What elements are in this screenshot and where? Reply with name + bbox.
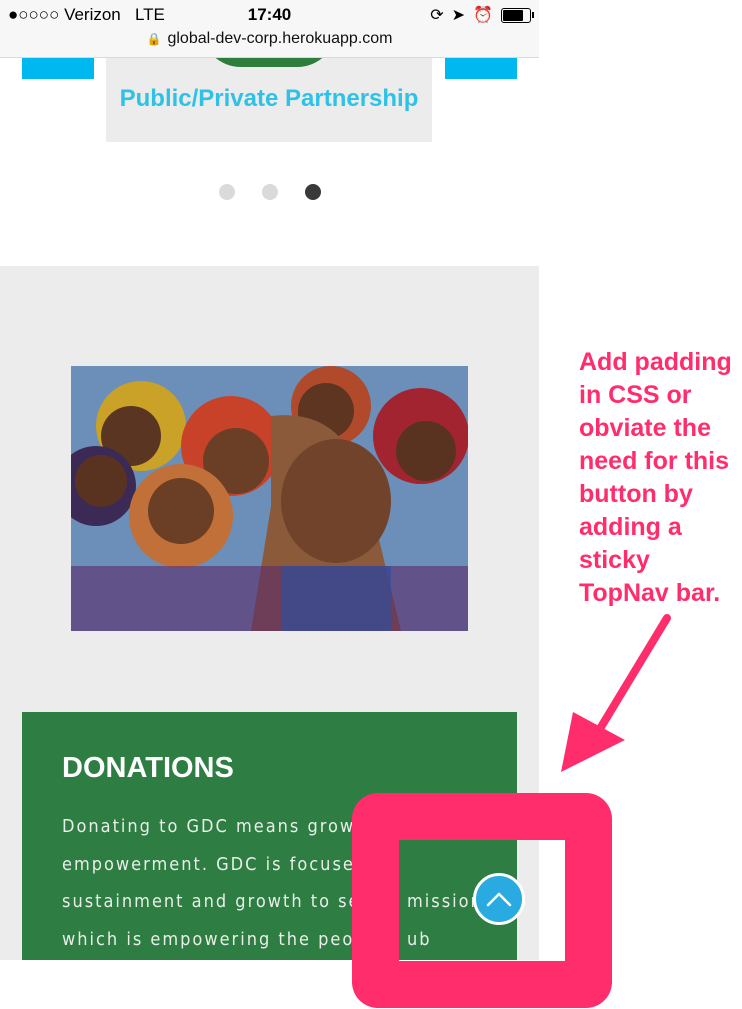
carousel-dot-1[interactable] bbox=[218, 184, 235, 200]
rotation-lock-icon: ⟳ bbox=[430, 7, 444, 24]
carousel-dot-3[interactable] bbox=[304, 184, 321, 200]
status-icons: ⟳ ➤ ⏰ bbox=[430, 5, 534, 25]
carousel-next-edge[interactable] bbox=[445, 57, 517, 79]
status-bar: ●○○○○ Verizon LTE 17:40 ⟳ ➤ ⏰ 🔒 global-de… bbox=[0, 0, 539, 58]
donations-heading: DONATIONS bbox=[62, 752, 234, 784]
alarm-icon: ⏰ bbox=[473, 7, 493, 24]
lock-icon: 🔒 bbox=[146, 32, 162, 46]
annotation-note: Add padding in CSS or obviate the need f… bbox=[579, 348, 732, 607]
battery-icon bbox=[501, 7, 534, 23]
carousel-prev-edge[interactable] bbox=[22, 57, 94, 79]
annotation-arrow-icon bbox=[561, 614, 671, 772]
address-bar[interactable]: 🔒 global-dev-corp.herokuapp.com bbox=[0, 30, 539, 48]
carousel-dots bbox=[0, 184, 539, 200]
carousel-card[interactable]: Public/Private Partnership bbox=[106, 27, 432, 142]
chevron-up-icon bbox=[486, 892, 512, 907]
location-icon: ➤ bbox=[451, 7, 466, 24]
scroll-to-top-button[interactable] bbox=[473, 873, 525, 925]
carousel-dot-2[interactable] bbox=[261, 184, 278, 200]
card-title: Public/Private Partnership bbox=[119, 85, 419, 112]
url-text: global-dev-corp.herokuapp.com bbox=[167, 30, 393, 47]
children-photo bbox=[71, 366, 468, 631]
